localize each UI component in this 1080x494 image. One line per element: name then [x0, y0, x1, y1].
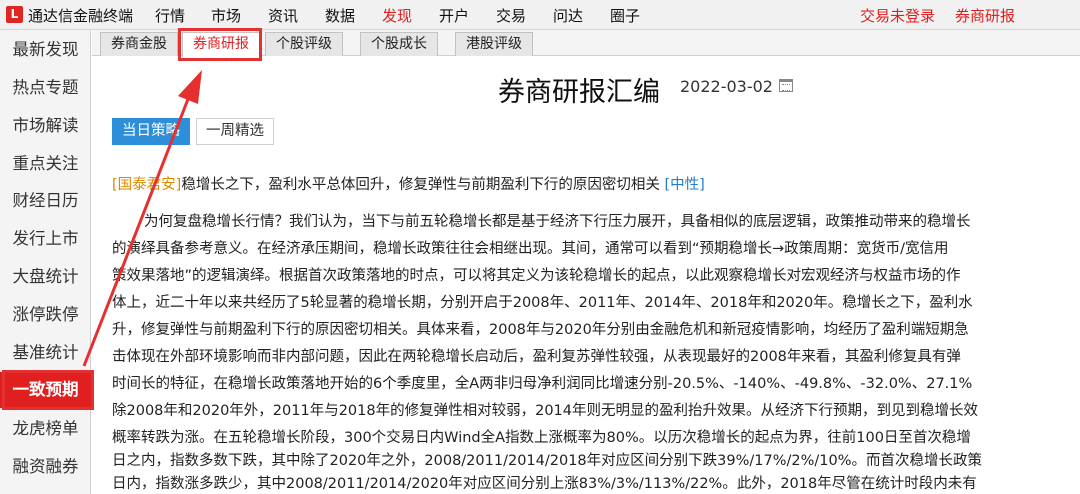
annotation-arrow-line [82, 93, 192, 367]
annotation-arrow [82, 70, 202, 367]
annotation-arrow-head [178, 70, 202, 104]
